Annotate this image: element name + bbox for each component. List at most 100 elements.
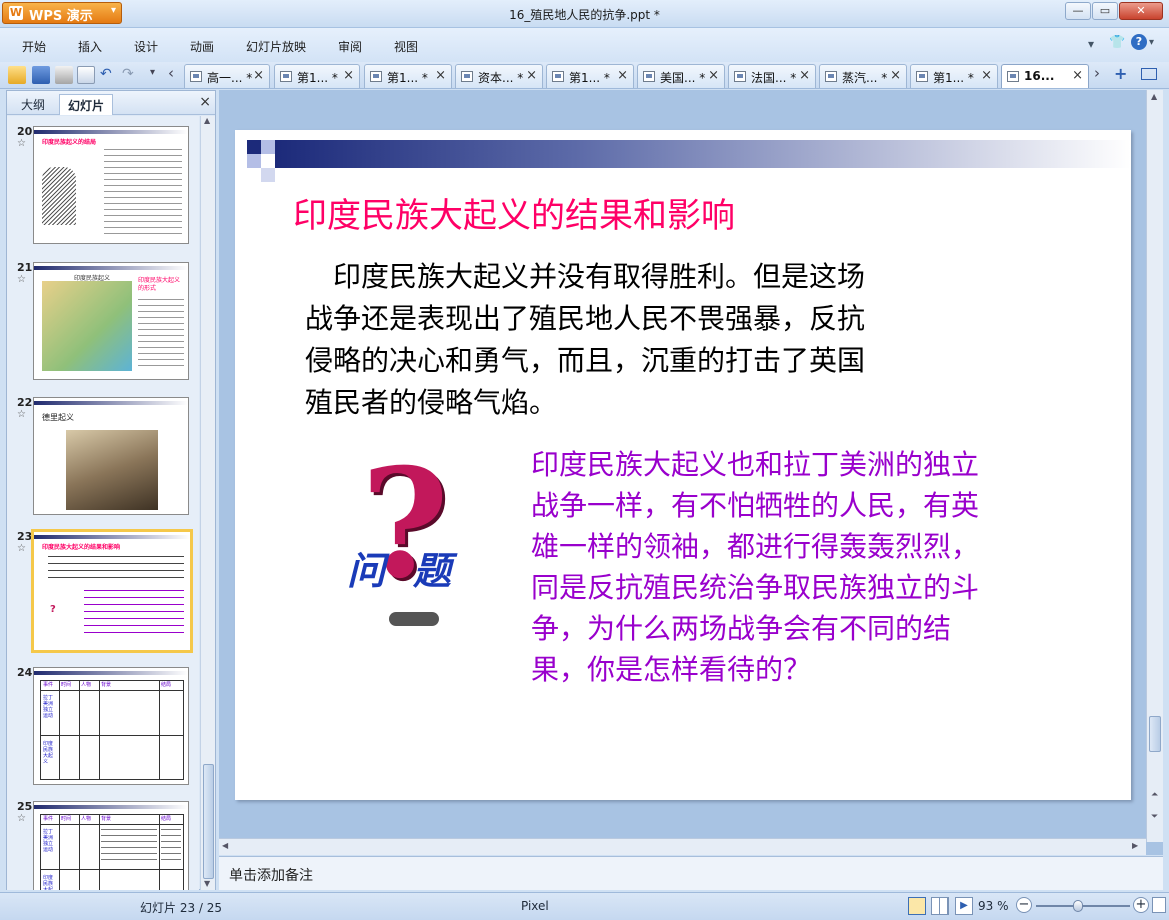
body-text[interactable]: 印度民族大起义并没有取得胜利。但是这场 战争还是表现出了殖民地人民不畏强暴，反抗… (305, 256, 865, 424)
zoom-out-icon[interactable]: − (1016, 897, 1032, 913)
help-dropdown-icon[interactable]: ▾ (1149, 37, 1154, 48)
tab-close-icon[interactable]: × (890, 68, 901, 83)
editor-horizontal-scrollbar[interactable]: ◀ ▶ (219, 838, 1146, 855)
minimize-button[interactable]: — (1065, 2, 1091, 20)
help-icon[interactable]: ? (1131, 34, 1147, 50)
tab-close-icon[interactable]: × (343, 68, 354, 83)
tab-slides[interactable]: 幻灯片 (59, 94, 114, 115)
tab-close-icon[interactable]: × (617, 68, 628, 83)
doc-tab-active[interactable]: 16... × (1001, 64, 1089, 88)
current-slide[interactable]: 印度民族大起义的结果和影响 印度民族大起义并没有取得胜利。但是这场 战争还是表现… (235, 130, 1131, 800)
slide-thumbnail-25[interactable]: 事件 时间 人物 背景 结局 拉丁美洲独立运动 印度民族大起义 (33, 801, 189, 890)
print-icon[interactable] (55, 66, 73, 84)
scroll-down-icon[interactable]: ▼ (204, 879, 210, 888)
panel-close-icon[interactable]: × (199, 94, 211, 110)
ppt-file-icon (190, 71, 202, 82)
ribbon-toggle-icon[interactable]: ▾ (1088, 37, 1094, 51)
slide-title[interactable]: 印度民族大起义的结果和影响 (293, 188, 735, 237)
animation-star-icon: ☆ (17, 813, 26, 824)
scroll-up-icon[interactable]: ▲ (204, 116, 210, 125)
skin-icon[interactable]: 👕 (1109, 35, 1125, 50)
fit-to-window-icon[interactable] (1152, 897, 1166, 913)
print-preview-icon[interactable] (77, 66, 95, 84)
maximize-button[interactable]: ▭ (1092, 2, 1118, 20)
doc-tab-6[interactable]: 美国... * × (637, 64, 725, 88)
doc-tab-9[interactable]: 第1... * × (910, 64, 998, 88)
slide-thumbnail-23-selected[interactable]: 印度民族大起义的结果和影响 ? (31, 529, 193, 653)
tab-outline[interactable]: 大纲 (13, 94, 53, 115)
battle-painting-image (66, 430, 158, 510)
scrollbar-thumb[interactable] (1149, 716, 1161, 752)
tab-list-icon[interactable] (1141, 68, 1157, 80)
menu-slideshow[interactable]: 幻灯片放映 (246, 38, 306, 55)
editor-vertical-scrollbar[interactable]: ▲ ⏶ ⏷ (1146, 90, 1163, 842)
slide-thumbnail-22[interactable]: 德里起义 (33, 397, 189, 515)
save-icon[interactable] (32, 66, 50, 84)
tab-close-icon[interactable]: × (1072, 68, 1083, 83)
tab-close-icon[interactable]: × (526, 68, 537, 83)
slide-sorter-view-icon[interactable] (931, 897, 949, 915)
animation-star-icon: ☆ (17, 138, 26, 149)
ppt-file-icon (552, 71, 564, 82)
quick-access-dropdown-icon[interactable]: ▾ (150, 67, 155, 78)
animation-star-icon: ☆ (17, 543, 26, 554)
notes-placeholder: 单击添加备注 (229, 868, 313, 884)
undo-icon[interactable]: ↶ (100, 66, 112, 82)
doc-tab-2[interactable]: 第1... * × (274, 64, 360, 88)
question-label: 问题 (347, 549, 480, 593)
menu-view[interactable]: 视图 (394, 38, 418, 55)
tab-close-icon[interactable]: × (253, 68, 264, 83)
ppt-file-icon (280, 71, 292, 82)
doc-tab-7[interactable]: 法国... * × (728, 64, 816, 88)
panel-header: 大纲 幻灯片 × (7, 91, 215, 115)
scrollbar-thumb[interactable] (203, 764, 214, 879)
tab-scroll-right-icon[interactable]: › (1094, 64, 1100, 82)
close-window-button[interactable]: ✕ (1119, 2, 1163, 20)
doc-tab-8[interactable]: 蒸汽... * × (819, 64, 907, 88)
question-text[interactable]: 印度民族大起义也和拉丁美洲的独立 战争一样，有不怕牺牲的人民，有英 雄一样的领袖… (531, 444, 979, 690)
notes-pane[interactable]: 单击添加备注 (219, 856, 1163, 890)
menu-insert[interactable]: 插入 (78, 38, 102, 55)
slide-thumbnail-24[interactable]: 事件 时间 人物 背景 结局 拉丁美洲独立运动 印度民族大起义 (33, 667, 189, 785)
redo-icon[interactable]: ↷ (122, 66, 134, 82)
zoom-slider-track[interactable] (1036, 905, 1130, 907)
tab-close-icon[interactable]: × (435, 68, 446, 83)
menu-animation[interactable]: 动画 (190, 38, 214, 55)
scroll-right-icon[interactable]: ▶ (1132, 841, 1138, 850)
tab-close-icon[interactable]: × (708, 68, 719, 83)
animation-star-icon: ☆ (17, 409, 26, 420)
scroll-up-icon[interactable]: ▲ (1151, 92, 1157, 101)
slideshow-view-icon[interactable]: ▶ (955, 897, 973, 915)
thumbnail-scrollbar[interactable]: ▲ ▼ (200, 116, 215, 890)
menu-start[interactable]: 开始 (22, 38, 46, 55)
slide-number: 21 (17, 261, 33, 274)
doc-tab-3[interactable]: 第1... * × (364, 64, 452, 88)
tab-close-icon[interactable]: × (799, 68, 810, 83)
status-bar: 幻灯片 23 / 25 Pixel ▶ 93 % − + (0, 892, 1169, 920)
ppt-file-icon (916, 71, 928, 82)
doc-tab-4[interactable]: 资本... * × (455, 64, 543, 88)
ppt-file-icon (825, 71, 837, 82)
doc-tab-5[interactable]: 第1... * × (546, 64, 634, 88)
menu-review[interactable]: 审阅 (338, 38, 362, 55)
new-tab-icon[interactable]: + (1114, 64, 1127, 83)
animation-star-icon: ☆ (17, 274, 26, 285)
tab-scroll-left-icon[interactable]: ‹ (168, 64, 174, 82)
zoom-level[interactable]: 93 % (978, 899, 1009, 913)
question-image[interactable]: ? 问题 (343, 436, 503, 636)
slide-thumbnail-20[interactable]: 印度民族起义的结局 (33, 126, 189, 244)
open-icon[interactable] (8, 66, 26, 84)
zoom-in-icon[interactable]: + (1133, 897, 1149, 913)
ppt-file-icon (734, 71, 746, 82)
question-mark-icon: ? (50, 604, 56, 615)
next-slide-icon[interactable]: ⏷ (1151, 812, 1158, 822)
previous-slide-icon[interactable]: ⏶ (1151, 790, 1158, 800)
slide-thumbnail-21[interactable]: 印度民族起义 印度民族大起义的形式 (33, 262, 189, 380)
doc-tab-1[interactable]: 高一... * × (184, 64, 270, 88)
scroll-left-icon[interactable]: ◀ (222, 841, 228, 850)
tab-close-icon[interactable]: × (981, 68, 992, 83)
menu-design[interactable]: 设计 (134, 38, 158, 55)
normal-view-icon[interactable] (908, 897, 926, 915)
thumbnail-text-lines (138, 299, 184, 369)
zoom-slider-handle[interactable] (1073, 900, 1083, 912)
